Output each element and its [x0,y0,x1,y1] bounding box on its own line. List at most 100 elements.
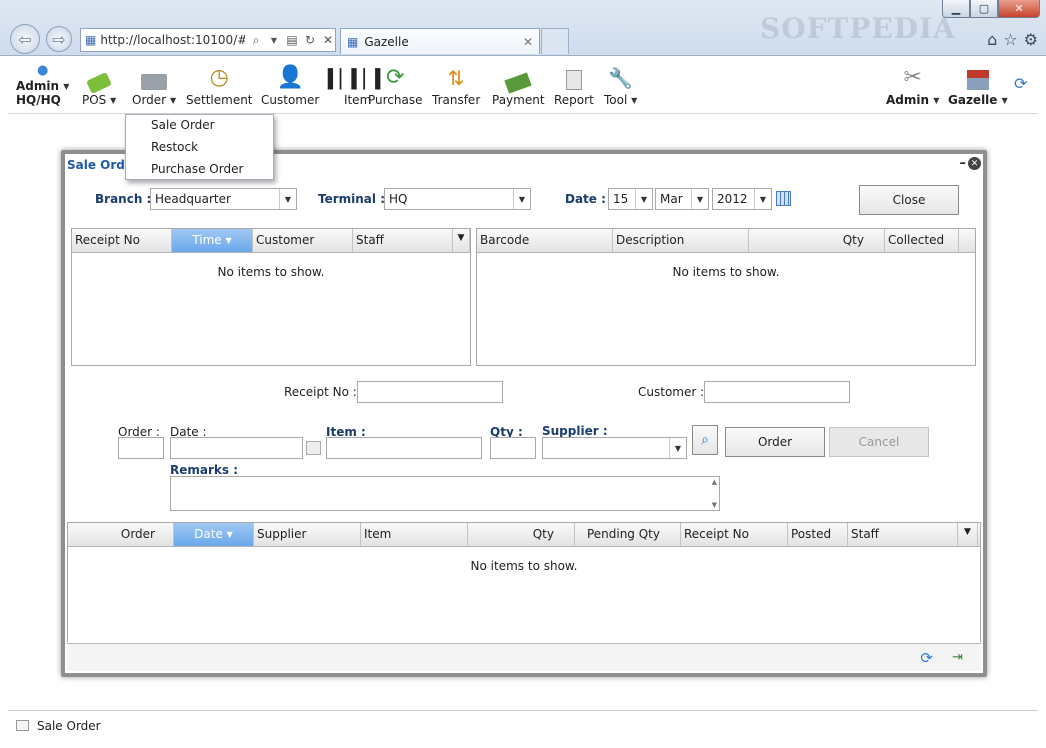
new-tab-button[interactable] [541,28,569,54]
order-input[interactable] [118,437,164,459]
search-icon[interactable]: ⌕ [249,33,263,48]
search-button[interactable]: ⌕ [692,425,718,455]
transfer-label: Transfer [432,93,481,107]
chevron-down-icon: ▼ [691,189,708,209]
tab-title: Gazelle [364,34,409,49]
wrench-icon: 🔧 [608,66,634,90]
settlement-button[interactable]: ◷ Settlement [186,62,253,107]
admin-menu[interactable]: ✂ Admin ▼ [886,62,939,107]
window-controls: ▁ ▢ ✕ [942,0,1040,18]
gazelle-label: Gazelle [948,93,998,107]
chevron-down-icon: ▼ [169,96,177,105]
col-pending-qty[interactable]: Pending Qty [575,523,681,546]
date-year-value: 2012 [717,192,748,206]
date-picker-icon[interactable] [306,441,321,455]
window-close-button[interactable]: ✕ [998,0,1040,18]
close-button[interactable]: Close [859,185,959,215]
order-menu[interactable]: Order ▼ [132,62,176,107]
col-qty[interactable]: Qty [468,523,575,546]
date-input[interactable] [170,437,303,459]
item-input[interactable] [326,437,482,459]
payment-button[interactable]: Payment [492,62,545,107]
money-icon [504,72,532,94]
receipts-grid: Receipt No Time ▼ Customer Staff ▼ No it… [71,228,471,366]
menu-item-sale-order[interactable]: Sale Order [126,115,273,137]
forward-button[interactable]: ⇨ [46,26,72,52]
col-customer[interactable]: Customer [253,229,353,252]
forward-arrow-icon: ⇨ [52,29,66,49]
col-supplier[interactable]: Supplier [254,523,361,546]
customer-input[interactable] [704,381,850,403]
menu-item-restock[interactable]: Restock [126,137,273,159]
gear-icon[interactable]: ⚙ [1024,30,1038,49]
stop-icon[interactable]: ✕ [321,33,335,47]
home-icon[interactable]: ⌂ [987,30,997,49]
date-day-select[interactable]: 15 ▼ [608,188,653,210]
items-grid-header: Barcode Description Qty Collected [477,229,975,253]
export-icon[interactable]: ⇥ [952,650,963,665]
date-month-value: Mar [660,192,683,206]
transfer-button[interactable]: ⇅ Transfer [432,62,480,107]
date-month-select[interactable]: Mar ▼ [655,188,709,210]
col-order[interactable]: Order [68,523,174,546]
tab-close-icon[interactable]: ✕ [523,35,533,49]
qty-input[interactable] [490,437,536,459]
cancel-button: Cancel [829,427,929,457]
minimize-button[interactable]: ▁ [942,0,970,18]
col-date[interactable]: Date ▼ [174,523,254,546]
col-barcode[interactable]: Barcode [477,229,613,252]
gazelle-menu[interactable]: Gazelle ▼ [948,62,1008,107]
store-icon [966,70,989,90]
column-menu-icon[interactable]: ▼ [453,229,470,252]
maximize-button[interactable]: ▢ [970,0,998,18]
address-url[interactable]: http://localhost:10100/#mc [100,33,245,47]
col-staff[interactable]: Staff [353,229,453,252]
receipts-empty-text: No items to show. [217,265,325,279]
terminal-select[interactable]: HQ ▼ [384,188,531,210]
scroll-up-icon[interactable]: ▲ [712,478,717,486]
column-menu-icon[interactable]: ▼ [958,523,978,546]
col-description[interactable]: Description [613,229,749,252]
col-item[interactable]: Item [361,523,468,546]
remarks-label: Remarks : [170,463,238,477]
receipt-no-input[interactable] [357,381,503,403]
branch-select[interactable]: Headquarter ▼ [150,188,297,210]
compatibility-icon[interactable]: ▤ [285,33,299,47]
refresh-icon[interactable]: ↻ [303,33,317,47]
col-posted[interactable]: Posted [788,523,848,546]
admin-branch-menu[interactable]: ● Admin ▼ HQ/HQ [16,62,69,107]
pos-menu[interactable]: POS ▼ [82,62,116,107]
col-receipt-no[interactable]: Receipt No [681,523,788,546]
tool-menu[interactable]: 🔧 Tool ▼ [604,62,637,107]
browser-tools: ⌂ ☆ ⚙ [987,30,1038,49]
col-qty[interactable]: Qty [749,229,885,252]
date-year-select[interactable]: 2012 ▼ [712,188,772,210]
calendar-icon[interactable] [776,191,791,206]
favorites-star-icon[interactable]: ☆ [1003,30,1017,49]
refresh-toolbar-button[interactable]: ⟳ [1014,74,1027,93]
menu-item-purchase-order[interactable]: Purchase Order [126,159,273,181]
dropdown-icon[interactable]: ▼ [267,36,281,45]
browser-tab-gazelle[interactable]: ▦ Gazelle ✕ [340,28,540,54]
customer-label: Customer [261,93,320,107]
purchase-button[interactable]: ⟳ Purchase [368,62,423,107]
report-button[interactable]: Report [554,62,594,107]
branch-value: Headquarter [155,192,231,206]
order-button[interactable]: Order [725,427,825,457]
payment-label: Payment [492,93,545,107]
minimize-icon[interactable]: – [960,156,967,171]
col-receipt-no[interactable]: Receipt No [72,229,172,252]
col-time[interactable]: Time ▼ [172,229,253,252]
close-icon[interactable]: ✕ [968,157,981,170]
supplier-select[interactable]: ▼ [542,437,687,459]
refresh-icon[interactable]: ⟳ [920,649,933,667]
status-text[interactable]: Sale Order [37,719,101,733]
col-staff[interactable]: Staff [848,523,958,546]
back-button[interactable]: ⇦ [10,24,40,54]
scroll-down-icon[interactable]: ▼ [712,501,717,509]
orders-grid: Order Date ▼ Supplier Item Qty Pending Q… [67,522,981,642]
address-bar[interactable]: ▦ http://localhost:10100/#mc ⌕ ▼ ▤ ↻ ✕ [80,28,336,52]
remarks-textarea[interactable]: ▲ ▼ [170,476,720,511]
col-collected[interactable]: Collected [885,229,959,252]
customer-button[interactable]: 👤 Customer [261,62,319,107]
